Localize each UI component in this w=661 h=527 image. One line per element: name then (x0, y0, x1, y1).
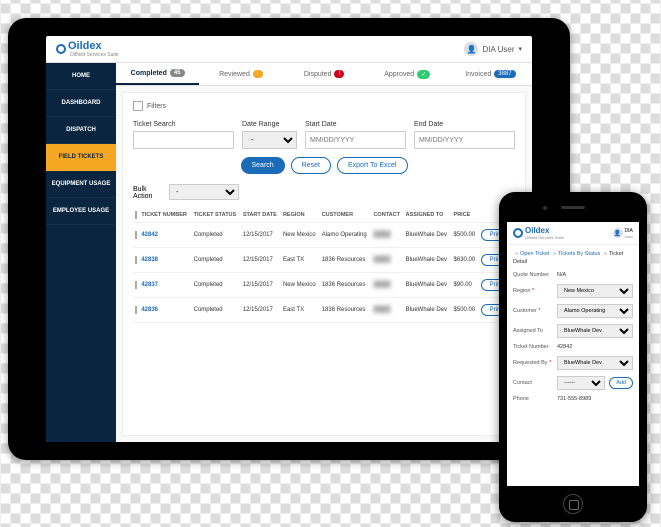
phone-logo-icon (513, 228, 523, 238)
phone-device: Oildex Oilfield Services Suite 👤 DIA Use… (499, 192, 647, 522)
phone-logo: Oildex Oilfield Services Suite (513, 226, 564, 240)
row-checkbox[interactable] (135, 256, 137, 264)
search-button[interactable]: Search (241, 157, 285, 174)
ticket-link[interactable]: 42842 (141, 232, 158, 238)
tickets-table: TICKET NUMBER TICKET STATUS START DATE R… (133, 208, 515, 323)
start-date-label: Start Date (305, 121, 406, 128)
ticket-search-label: Ticket Search (133, 121, 234, 128)
sidebar: HOME DASHBOARD DISPATCH FIELD TICKETS EQ… (46, 63, 116, 442)
badge-reviewed: ! (253, 70, 263, 78)
tab-reviewed[interactable]: Reviewed! (199, 63, 282, 85)
tab-invoiced[interactable]: Invoiced3887 (449, 63, 532, 85)
table-row: 42842Completed12/15/2017New MexicoAlamo … (133, 223, 515, 248)
brand-name: Oildex (68, 40, 119, 52)
chevron-down-icon: ▾ (518, 45, 522, 53)
logo: Oildex Oilfield Services Suite (56, 40, 119, 58)
bulk-label: Bulk Action (133, 186, 163, 200)
user-menu[interactable]: 👤 DIA User ▾ (464, 42, 522, 56)
brand-sub: Oilfield Services Suite (70, 52, 119, 58)
end-date-input[interactable] (414, 131, 515, 149)
table-row: 42836Completed12/15/2017East TX1836 Reso… (133, 298, 515, 323)
region-select[interactable]: New Mexico (557, 284, 633, 298)
breadcrumb: »Open Ticket »Tickets By Status »Ticket … (513, 251, 633, 266)
filters-checkbox[interactable] (133, 101, 143, 111)
speaker-icon (561, 206, 585, 209)
phone-avatar-icon: 👤 (613, 228, 623, 238)
badge-invoiced: 3887 (494, 70, 515, 78)
reset-button[interactable]: Reset (291, 157, 331, 174)
ticket-link[interactable]: 42837 (141, 282, 158, 288)
contact-redacted: ████ (373, 307, 390, 313)
status-tabs: Completed45 Reviewed! Disputed! Approved… (116, 63, 532, 86)
add-contact-button[interactable]: Add (609, 377, 633, 389)
nav-dashboard[interactable]: DASHBOARD (46, 90, 116, 117)
nav-field-tickets[interactable]: FIELD TICKETS (46, 144, 116, 171)
start-date-input[interactable] (305, 131, 406, 149)
nav-dispatch[interactable]: DISPATCH (46, 117, 116, 144)
bulk-select[interactable]: - (169, 184, 239, 200)
user-name: DIA User (482, 45, 514, 54)
ticket-search-input[interactable] (133, 131, 234, 149)
camera-icon (543, 206, 547, 210)
assigned-select[interactable]: BlueWhale Dev (557, 324, 633, 338)
date-range-select[interactable]: - (242, 131, 297, 149)
select-all-checkbox[interactable] (135, 211, 137, 219)
badge-disputed: ! (334, 70, 344, 78)
row-checkbox[interactable] (135, 281, 137, 289)
requested-select[interactable]: BlueWhale Dev (557, 356, 633, 370)
table-row: 42837Completed12/15/2017New Mexico1836 R… (133, 273, 515, 298)
app-header: Oildex Oilfield Services Suite 👤 DIA Use… (46, 36, 532, 63)
badge-approved: ✓ (417, 70, 430, 79)
contact-redacted: ████ (373, 232, 390, 238)
contact-select[interactable]: ------ (557, 376, 605, 390)
contact-redacted: ████ (373, 282, 390, 288)
avatar-icon: 👤 (464, 42, 478, 56)
customer-select[interactable]: Alamo Operating (557, 304, 633, 318)
phone-screen: Oildex Oilfield Services Suite 👤 DIA Use… (507, 222, 639, 486)
tablet-screen: Oildex Oilfield Services Suite 👤 DIA Use… (46, 36, 532, 442)
row-checkbox[interactable] (135, 306, 137, 314)
end-date-label: End Date (414, 121, 515, 128)
crumb-open[interactable]: Open Ticket (520, 251, 549, 257)
badge-completed: 45 (170, 69, 185, 77)
tab-completed[interactable]: Completed45 (116, 63, 199, 85)
filters-toggle[interactable]: Filters (133, 101, 515, 111)
contact-redacted: ████ (373, 257, 390, 263)
home-button-icon[interactable] (563, 494, 583, 514)
tab-approved[interactable]: Approved✓ (366, 63, 449, 85)
export-button[interactable]: Export To Excel (337, 157, 408, 174)
tab-disputed[interactable]: Disputed! (282, 63, 365, 85)
logo-icon (56, 44, 66, 54)
row-checkbox[interactable] (135, 231, 137, 239)
table-row: 42838Completed12/15/2017East TX1836 Reso… (133, 248, 515, 273)
ticket-link[interactable]: 42838 (141, 257, 158, 263)
nav-home[interactable]: HOME (46, 63, 116, 90)
main-content: Completed45 Reviewed! Disputed! Approved… (116, 63, 532, 442)
ticket-link[interactable]: 42836 (141, 307, 158, 313)
nav-employee[interactable]: EMPLOYEE USAGE (46, 198, 116, 225)
phone-header: Oildex Oilfield Services Suite 👤 DIA Use… (507, 222, 639, 245)
date-range-label: Date Range (242, 121, 297, 128)
crumb-status[interactable]: Tickets By Status (558, 251, 600, 257)
nav-equipment[interactable]: EQUIPMENT USAGE (46, 171, 116, 198)
phone-user-menu[interactable]: 👤 DIA User (613, 228, 633, 239)
tablet-device: Oildex Oilfield Services Suite 👤 DIA Use… (8, 18, 570, 460)
